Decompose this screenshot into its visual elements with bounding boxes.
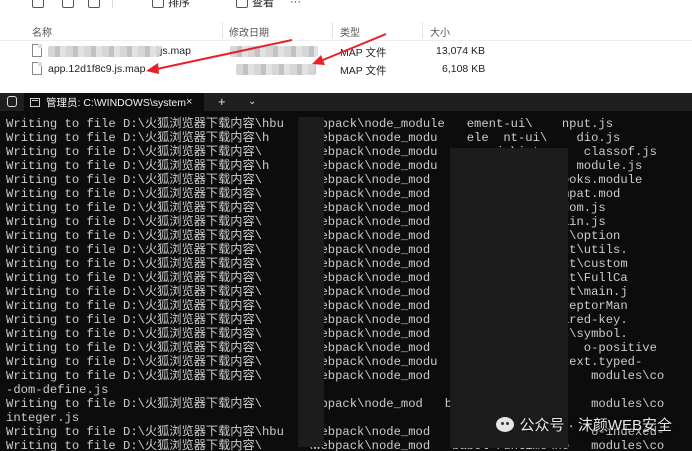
redacted-region	[298, 117, 324, 447]
watermark: 公众号 · 沫颜WEB安全	[495, 414, 673, 435]
watermark-text: 公众号 · 沫颜WEB安全	[519, 417, 673, 434]
terminal-tab-bar: 管理员: C:\WINDOWS\system × + ⌄	[0, 93, 692, 111]
close-tab-button[interactable]: ×	[186, 94, 192, 110]
annotation-arrows	[146, 33, 387, 74]
new-tab-button[interactable]: +	[218, 94, 226, 110]
terminal-tab[interactable]: 管理员: C:\WINDOWS\system	[24, 93, 204, 111]
shield-icon	[7, 96, 17, 107]
tab-title: 管理员: C:\WINDOWS\system	[46, 96, 186, 109]
redacted-region	[450, 148, 568, 448]
terminal-icon	[30, 97, 40, 107]
file-explorer: 排序 查看 ··· 名称 修改日期 类型 大小 js.map MAP 文件 13…	[0, 0, 692, 93]
wechat-icon	[495, 417, 514, 432]
red-arrow-1	[151, 39, 293, 71]
terminal-line: Writing to file D:\火狐浏览器下载内容\h \webpack\…	[6, 131, 621, 145]
arrowhead-icon	[146, 63, 159, 74]
terminal-line: Writing to file D:\火狐浏览器下载内容\hbu \webpac…	[6, 117, 614, 131]
red-arrow-2	[317, 33, 387, 63]
terminal-window: 管理员: C:\WINDOWS\system × + ⌄ Writing to …	[0, 93, 692, 451]
chevron-down-icon[interactable]: ⌄	[248, 94, 256, 110]
